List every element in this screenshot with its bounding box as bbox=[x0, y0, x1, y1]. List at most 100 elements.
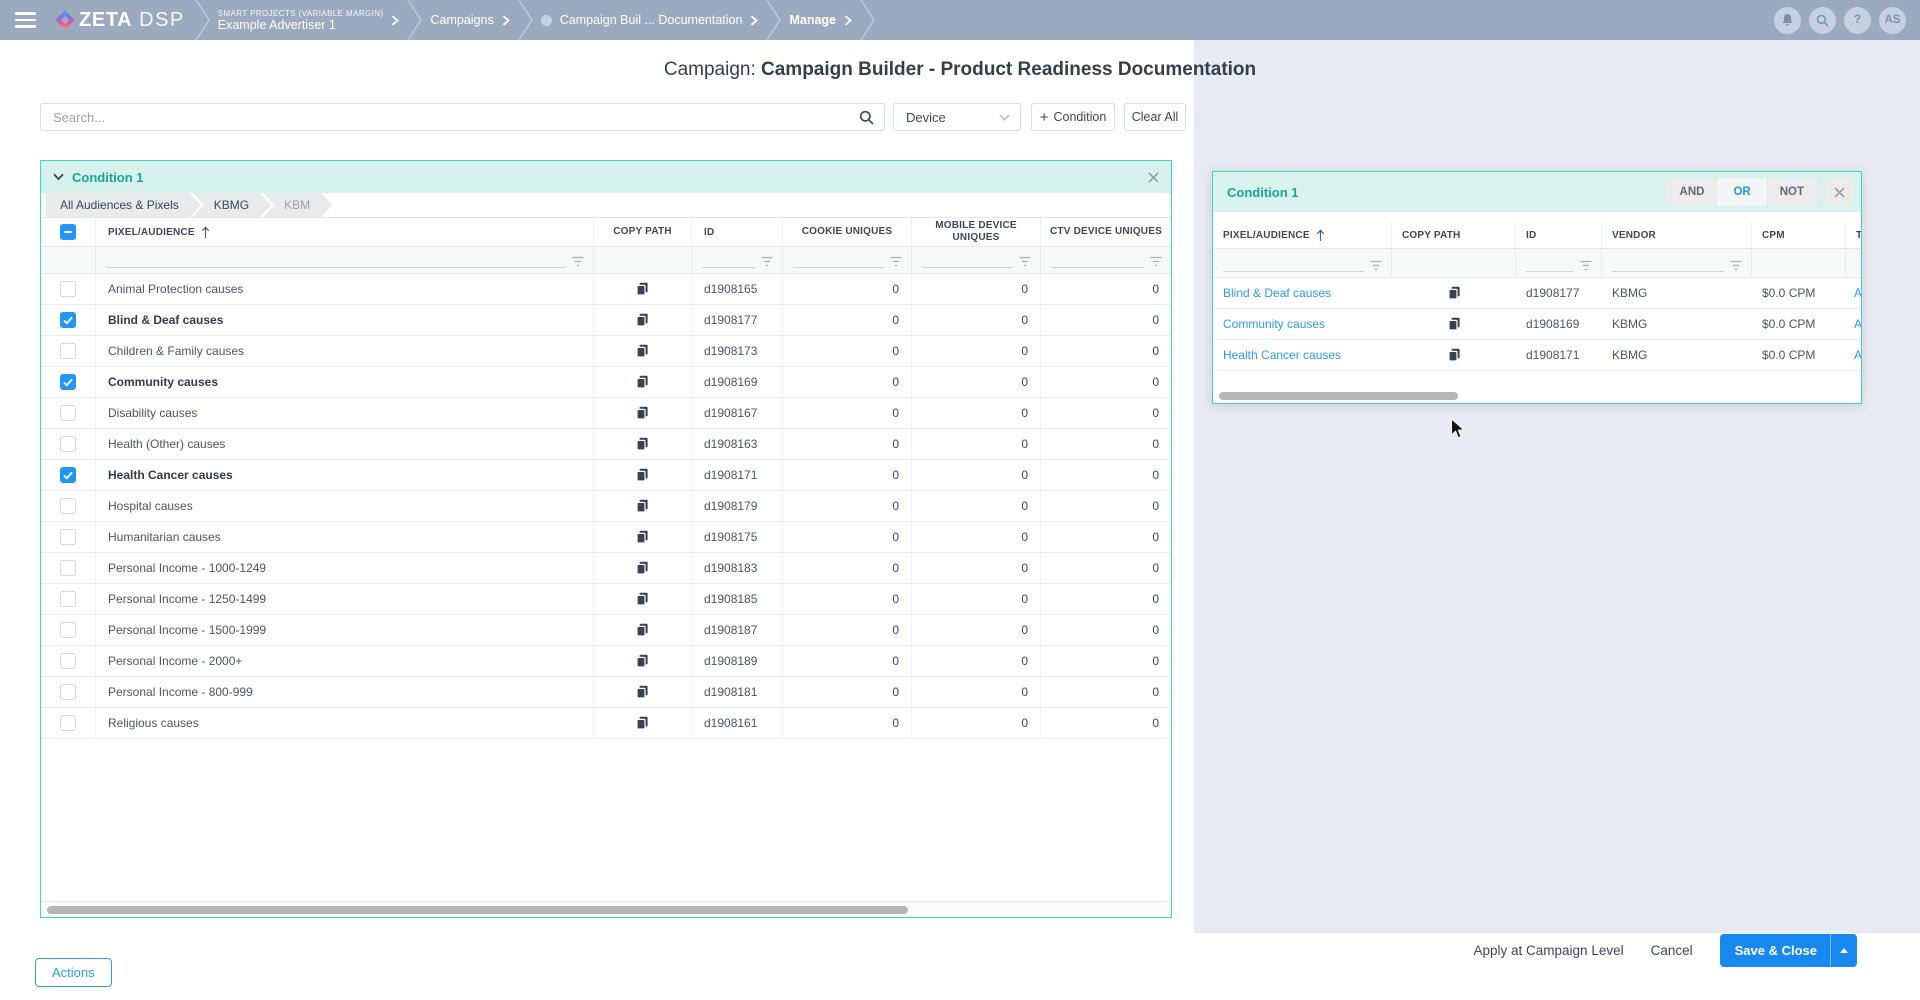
sort-asc-icon[interactable] bbox=[1316, 229, 1325, 242]
table-row[interactable]: Personal Income - 800-999d1908181000 bbox=[41, 677, 1171, 708]
copy-path-button[interactable] bbox=[636, 468, 649, 482]
notifications-button[interactable] bbox=[1774, 7, 1801, 34]
table-row[interactable]: Health (Other) causesd1908163000 bbox=[41, 429, 1171, 460]
apply-campaign-level-link[interactable]: Apply at Campaign Level bbox=[1474, 943, 1624, 958]
breadcrumb-item-campaigns[interactable]: Campaigns bbox=[422, 13, 517, 27]
row-checkbox[interactable] bbox=[60, 312, 76, 328]
filter-icon[interactable] bbox=[1018, 256, 1032, 267]
table-row[interactable]: Health Cancer causesd1908171KBMG$0.0 CPM… bbox=[1213, 340, 1862, 371]
filter-icon[interactable] bbox=[1579, 260, 1593, 271]
horizontal-scrollbar[interactable] bbox=[1213, 389, 1861, 403]
row-checkbox[interactable] bbox=[60, 653, 76, 669]
copy-path-button[interactable] bbox=[636, 654, 649, 668]
column-mobile-device-uniques[interactable]: MOBILE DEVICE UNIQUES bbox=[912, 218, 1041, 246]
row-checkbox[interactable] bbox=[60, 560, 76, 576]
table-row[interactable]: Health Cancer causesd1908171000 bbox=[41, 460, 1171, 491]
filter-icon[interactable] bbox=[571, 256, 585, 267]
scrollbar-thumb[interactable] bbox=[47, 906, 908, 914]
search-input[interactable] bbox=[41, 104, 853, 130]
table-row[interactable]: Personal Income - 1000-1249d1908183000 bbox=[41, 553, 1171, 584]
table-row[interactable]: Religious causesd1908161000 bbox=[41, 708, 1171, 739]
column-cookie-uniques[interactable]: COOKIE UNIQUES bbox=[783, 218, 912, 246]
row-checkbox[interactable] bbox=[60, 436, 76, 452]
cancel-link[interactable]: Cancel bbox=[1651, 943, 1693, 958]
close-icon[interactable] bbox=[1148, 172, 1159, 183]
global-search-button[interactable] bbox=[1809, 7, 1836, 34]
operator-and-button[interactable]: AND bbox=[1666, 179, 1720, 206]
device-dropdown[interactable]: Device bbox=[893, 103, 1021, 131]
filter-icon[interactable] bbox=[760, 256, 774, 267]
row-checkbox[interactable] bbox=[60, 684, 76, 700]
add-condition-button[interactable]: + Condition bbox=[1031, 103, 1115, 131]
copy-path-button[interactable] bbox=[636, 561, 649, 575]
copy-path-button[interactable] bbox=[636, 685, 649, 699]
copy-path-button[interactable] bbox=[636, 623, 649, 637]
row-checkbox[interactable] bbox=[60, 622, 76, 638]
row-checkbox[interactable] bbox=[60, 529, 76, 545]
table-row[interactable]: Community causesd1908169KBMG$0.0 CPMAn bbox=[1213, 309, 1862, 340]
filter-icon[interactable] bbox=[1369, 260, 1383, 271]
copy-path-button[interactable] bbox=[636, 592, 649, 606]
column-id[interactable]: ID bbox=[1516, 222, 1602, 248]
breadcrumb-item-example-advertiser-1[interactable]: SMART PROJECTS (VARIABLE MARGIN)Example … bbox=[210, 9, 408, 32]
copy-path-button[interactable] bbox=[636, 313, 649, 327]
pixel-audience-link[interactable]: Health Cancer causes bbox=[1213, 340, 1392, 370]
column-cpm[interactable]: CPM bbox=[1752, 222, 1846, 248]
filter-ctv-device-uniques[interactable] bbox=[1041, 247, 1171, 273]
table-row[interactable]: Humanitarian causesd1908175000 bbox=[41, 522, 1171, 553]
tab-all-audiences-pixels[interactable]: All Audiences & Pixels bbox=[46, 193, 201, 217]
zeta-dsp-logo[interactable]: ZETA DSP bbox=[58, 9, 185, 32]
table-row[interactable]: Children & Family causesd1908173000 bbox=[41, 336, 1171, 367]
breadcrumb-item-manage[interactable]: Manage bbox=[781, 13, 860, 27]
clear-all-button[interactable]: Clear All bbox=[1124, 103, 1186, 131]
table-row[interactable]: Animal Protection causesd1908165000 bbox=[41, 274, 1171, 305]
column-time[interactable]: TIM bbox=[1846, 222, 1862, 248]
copy-path-button[interactable] bbox=[636, 437, 649, 451]
filter-icon[interactable] bbox=[1149, 256, 1163, 267]
table-row[interactable]: Disability causesd1908167000 bbox=[41, 398, 1171, 429]
tab-kbm[interactable]: KBM bbox=[263, 193, 332, 217]
breadcrumb-item-campaign-buil-documentation[interactable]: Campaign Buil ... Documentation bbox=[533, 13, 767, 27]
row-checkbox[interactable] bbox=[60, 374, 76, 390]
filter-icon[interactable] bbox=[889, 256, 903, 267]
table-row[interactable]: Blind & Deaf causesd1908177000 bbox=[41, 305, 1171, 336]
copy-path-button[interactable] bbox=[1448, 317, 1461, 331]
help-button[interactable]: ? bbox=[1844, 7, 1871, 34]
menu-icon[interactable] bbox=[15, 12, 36, 28]
row-checkbox[interactable] bbox=[60, 591, 76, 607]
table-row[interactable]: Personal Income - 1500-1999d1908187000 bbox=[41, 615, 1171, 646]
table-row[interactable]: Personal Income - 1250-1499d1908185000 bbox=[41, 584, 1171, 615]
row-checkbox[interactable] bbox=[60, 405, 76, 421]
filter-icon[interactable] bbox=[1729, 260, 1743, 271]
copy-path-button[interactable] bbox=[636, 344, 649, 358]
horizontal-scrollbar[interactable] bbox=[41, 901, 1171, 917]
select-all-checkbox[interactable] bbox=[60, 224, 76, 240]
table-row[interactable]: Blind & Deaf causesd1908177KBMG$0.0 CPMA… bbox=[1213, 278, 1862, 309]
table-row[interactable]: Hospital causesd1908179000 bbox=[41, 491, 1171, 522]
row-checkbox[interactable] bbox=[60, 281, 76, 297]
save-close-button[interactable]: Save & Close bbox=[1720, 934, 1857, 967]
copy-path-button[interactable] bbox=[1448, 348, 1461, 362]
filter-vendor[interactable] bbox=[1602, 249, 1752, 277]
close-icon[interactable] bbox=[1825, 179, 1853, 206]
scrollbar-thumb[interactable] bbox=[1219, 392, 1458, 400]
row-checkbox[interactable] bbox=[60, 498, 76, 514]
column-id[interactable]: ID bbox=[692, 218, 783, 246]
filter-cookie-uniques[interactable] bbox=[783, 247, 912, 273]
table-row[interactable]: Community causesd1908169000 bbox=[41, 367, 1171, 398]
filter-id[interactable] bbox=[692, 247, 783, 273]
filter-mobile-device-uniques[interactable] bbox=[912, 247, 1041, 273]
row-checkbox[interactable] bbox=[60, 343, 76, 359]
pixel-audience-link[interactable]: Community causes bbox=[1213, 309, 1392, 339]
copy-path-button[interactable] bbox=[636, 375, 649, 389]
pixel-audience-link[interactable]: Blind & Deaf causes bbox=[1213, 278, 1392, 308]
avatar[interactable]: AS bbox=[1879, 7, 1906, 34]
copy-path-button[interactable] bbox=[636, 716, 649, 730]
filter-pixel-audience[interactable] bbox=[1213, 249, 1392, 277]
column-vendor[interactable]: VENDOR bbox=[1602, 222, 1752, 248]
copy-path-button[interactable] bbox=[636, 406, 649, 420]
search-icon[interactable] bbox=[859, 110, 874, 125]
copy-path-button[interactable] bbox=[636, 282, 649, 296]
column-pixel-audience[interactable]: PIXEL/AUDIENCE bbox=[1213, 222, 1392, 248]
collapse-chevron-icon[interactable] bbox=[53, 173, 64, 181]
